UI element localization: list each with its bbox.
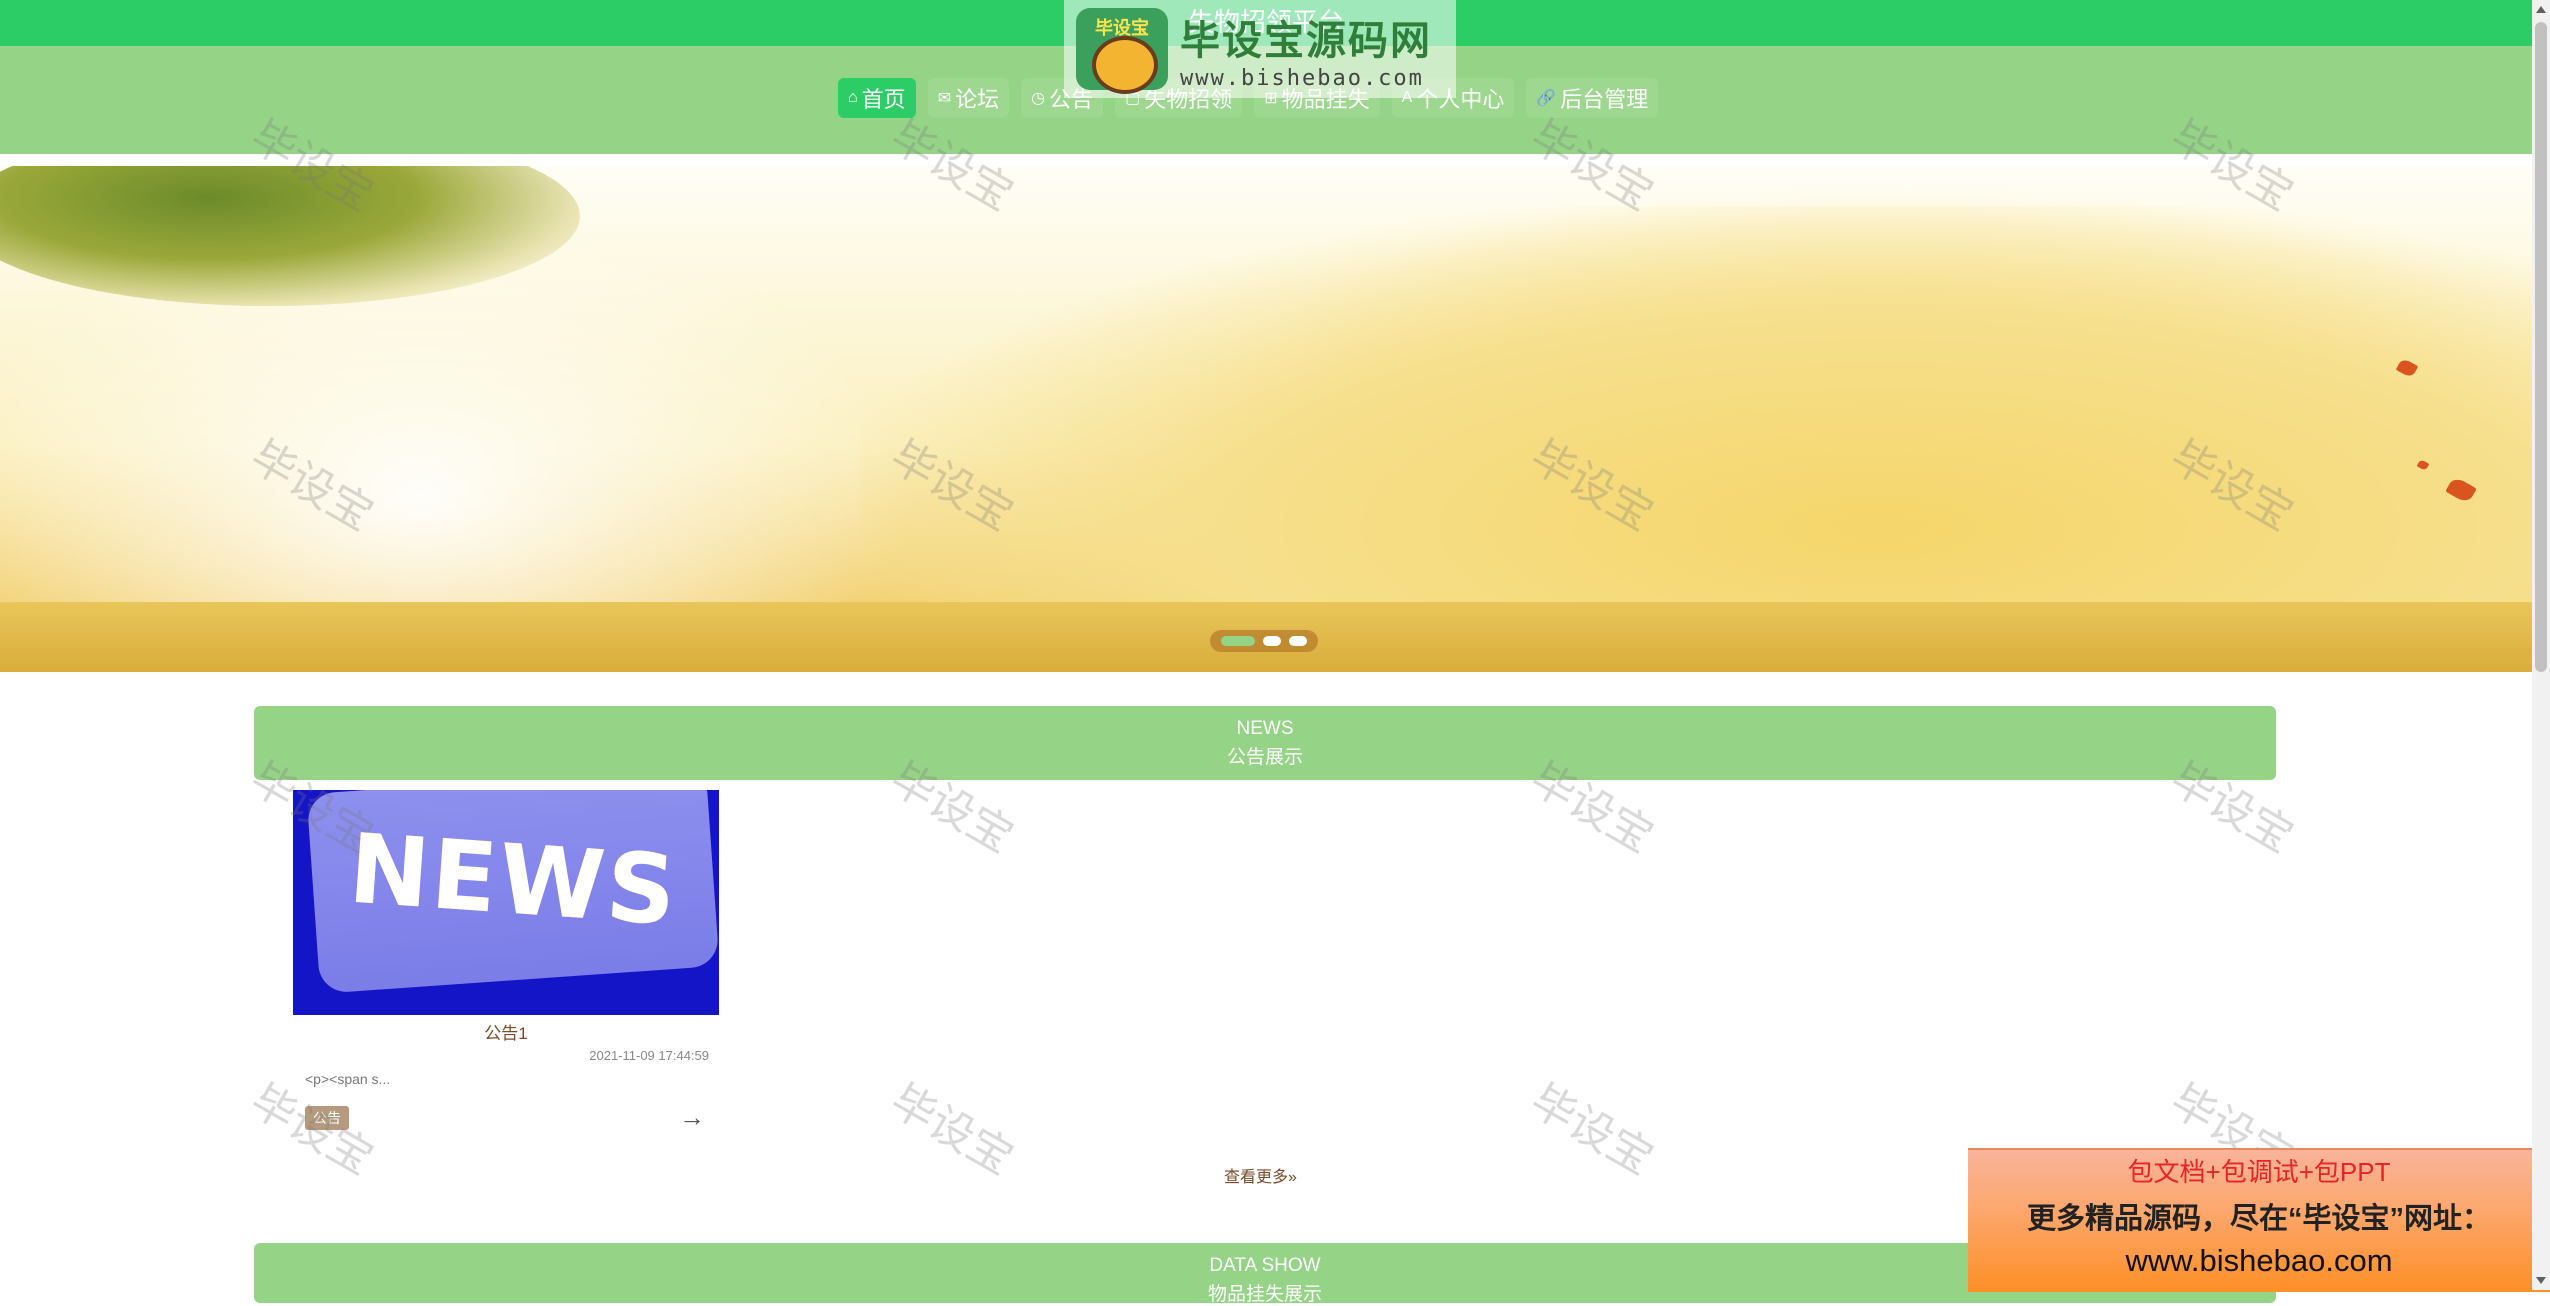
carousel-dot-1[interactable]	[1221, 636, 1255, 646]
news-thumbnail[interactable]: NEWS	[293, 790, 719, 1015]
ad-line-2: 更多精品源码，尽在“毕设宝”网址：	[2026, 1203, 2491, 1235]
news-tag-badge: 公告	[305, 1105, 349, 1130]
news-key-image: NEWS	[306, 790, 719, 994]
watermark-logo: 毕设宝 毕设宝源码网 www.bishebao.com	[1064, 0, 1456, 98]
news-section-title-en: NEWS	[1236, 718, 1294, 739]
nav-item-label: 首页	[861, 87, 906, 112]
ad-banner[interactable]: 包文档+包调试+包PPT 更多精品源码，尽在“毕设宝”网址： www.bishe…	[1968, 1148, 2550, 1292]
watermark-brand: 毕设宝源码网	[1180, 18, 1432, 63]
banner-hill-image	[860, 206, 2532, 666]
home-icon: ⌂	[848, 89, 858, 106]
scroll-down-icon[interactable]	[2536, 1277, 2546, 1284]
nav-item-7[interactable]: 🔗 后台管理	[1526, 78, 1659, 118]
mail-icon: ✉	[937, 90, 952, 107]
news-image-text: NEWS	[345, 812, 681, 948]
news-footer: 公告 →	[305, 1102, 705, 1133]
news-section-title-cn: 公告展示	[1226, 747, 1303, 768]
watermark-badge-icon: 毕设宝	[1076, 8, 1168, 94]
news-card[interactable]: NEWS 公告1 2021-11-09 17:44:59 <p><span s.…	[293, 790, 719, 1140]
news-section-header: NEWS 公告展示	[254, 706, 2276, 780]
scrollbar[interactable]	[2532, 0, 2550, 1290]
ad-line-3: www.bishebao.com	[2125, 1243, 2393, 1278]
scroll-up-icon[interactable]	[2536, 6, 2546, 13]
link-icon: 🔗	[1536, 90, 1557, 107]
watermark-text: 毕设宝	[1522, 1075, 1662, 1185]
watermark-url: www.bishebao.com	[1180, 65, 1424, 91]
nav-item-label: 后台管理	[1560, 87, 1649, 112]
watermark-text: 毕设宝	[882, 1075, 1022, 1185]
banner-carousel[interactable]	[0, 166, 2532, 672]
nav-item-label: 论坛	[955, 87, 1000, 112]
news-excerpt: <p><span s...	[305, 1071, 391, 1087]
nav-item-1[interactable]: ⌂ 首页	[838, 78, 916, 118]
view-more-link[interactable]: 查看更多»	[1224, 1163, 1297, 1187]
ad-line-1: 包文档+包调试+包PPT	[2127, 1157, 2391, 1187]
carousel-dot-3[interactable]	[1289, 636, 1307, 646]
news-date: 2021-11-09 17:44:59	[589, 1048, 709, 1063]
clock-icon: ◷	[1031, 90, 1046, 107]
news-title[interactable]: 公告1	[293, 1019, 719, 1044]
nav-item-2[interactable]: ✉ 论坛	[927, 78, 1010, 118]
banner-tree-image	[0, 166, 580, 306]
scrollbar-thumb[interactable]	[2535, 22, 2547, 672]
watermark-ring-icon	[1092, 36, 1158, 94]
carousel-dot-2[interactable]	[1263, 636, 1281, 646]
arrow-right-icon[interactable]: →	[679, 1102, 705, 1133]
carousel-dots	[1210, 630, 1318, 652]
